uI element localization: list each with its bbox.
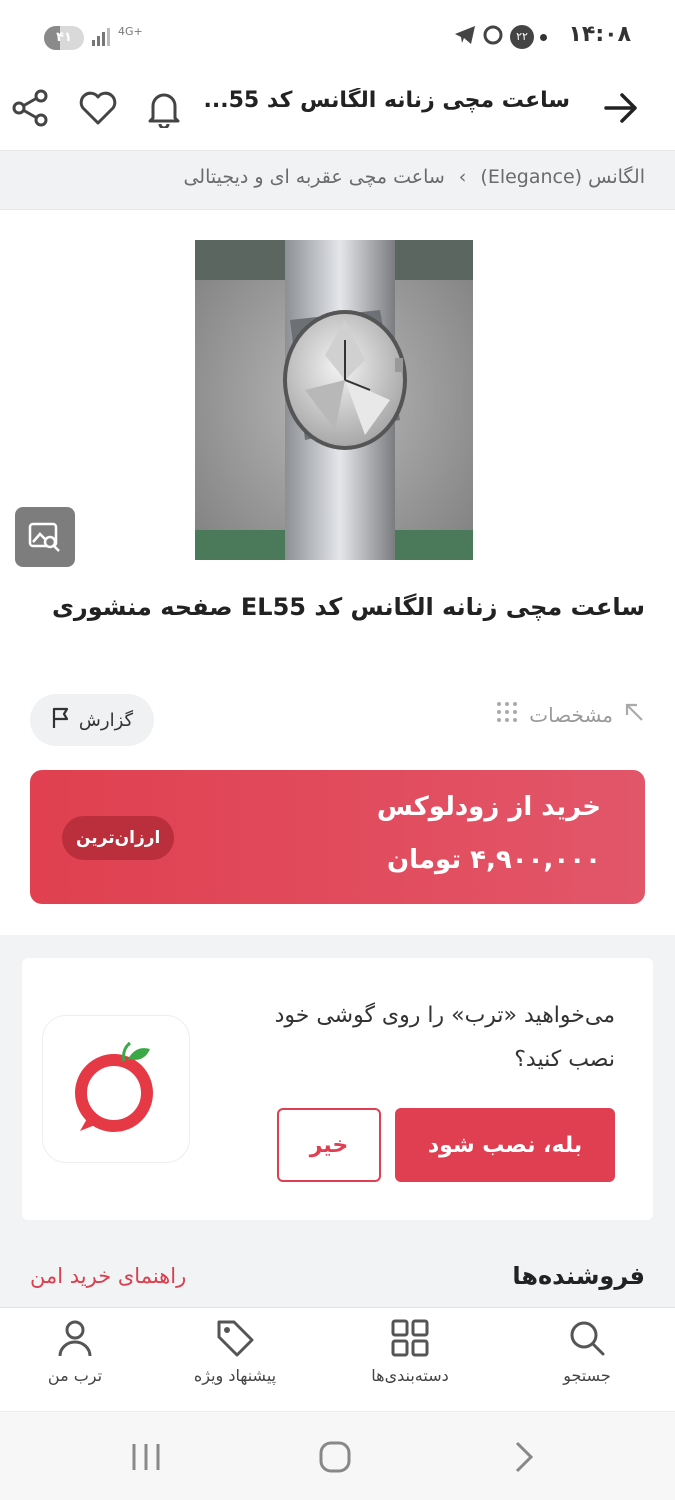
battery-text: ۴۱	[56, 30, 72, 45]
report-button[interactable]: گزارش	[30, 694, 154, 746]
home-icon[interactable]	[318, 1440, 352, 1478]
tag-icon	[217, 1320, 254, 1357]
notification-icons: ۲۲	[454, 24, 555, 50]
product-image[interactable]	[195, 240, 473, 560]
status-bar: ۴۱ 4G+ ۲۲ ۱۴:۰۸	[0, 0, 675, 72]
nav-special-offer[interactable]: پیشنهاد ویژه	[165, 1318, 305, 1408]
grid-icon	[391, 1319, 429, 1357]
buy-card[interactable]: خرید از زودلوکس ۴,۹۰۰,۰۰۰ تومان ارزان‌تر…	[30, 770, 645, 904]
safe-purchase-guide-link[interactable]: راهنمای خرید امن	[30, 1264, 186, 1288]
report-label: گزارش	[78, 709, 134, 731]
heart-icon[interactable]	[74, 84, 122, 132]
notification-dot	[540, 33, 547, 41]
app-bar: ساعت مچی زنانه الگانس کد 55...	[0, 72, 675, 148]
breadcrumb-item[interactable]: الگانس (Elegance)	[480, 166, 645, 188]
gallery-search-button[interactable]	[15, 507, 75, 567]
specs-label: مشخصات	[529, 702, 613, 727]
arrow-up-left-icon	[623, 701, 645, 728]
system-navigation-bar	[0, 1411, 675, 1500]
cheapest-badge: ارزان‌ترین	[62, 816, 175, 860]
recent-apps-icon[interactable]	[130, 1442, 162, 1476]
nav-special-offer-label: پیشنهاد ویژه	[193, 1366, 277, 1385]
torob-app-logo	[42, 1015, 190, 1163]
product-title: ساعت مچی زنانه الگانس کد EL55 صفحه منشور…	[51, 593, 645, 621]
price: ۴,۹۰۰,۰۰۰ تومان	[386, 845, 601, 875]
back-nav-icon[interactable]	[512, 1440, 536, 1478]
nav-categories[interactable]: دسته‌بندی‌ها	[340, 1318, 480, 1408]
sync-icon	[482, 24, 504, 50]
store-label: خرید از زودلوکس	[376, 792, 601, 822]
telegram-icon	[454, 25, 476, 49]
sellers-heading: فروشنده‌ها	[512, 1262, 645, 1290]
back-arrow-icon[interactable]	[597, 84, 645, 132]
network-type: 4G+	[118, 25, 143, 38]
breadcrumb-item[interactable]: ساعت مچی عقربه ای و دیجیتالی	[183, 166, 444, 188]
breadcrumb: ساعت مچی عقربه ای و دیجیتالی › الگانس (Ele…	[0, 150, 675, 210]
breadcrumb-separator: ›	[458, 166, 467, 188]
install-question: می‌خواهید «ترب» را روی گوشی خود نصب کنید…	[274, 1003, 615, 1072]
clock: ۱۴:۰۸	[568, 22, 631, 47]
dots-grid-icon	[495, 700, 519, 729]
bell-icon[interactable]	[140, 84, 188, 132]
image-search-icon	[28, 522, 60, 552]
install-yes-button[interactable]: بله، نصب شود	[395, 1108, 615, 1182]
nav-search[interactable]: جستجو	[517, 1318, 657, 1408]
flag-icon	[51, 707, 71, 734]
nav-my-torob-label: ترب من	[47, 1366, 103, 1385]
search-icon	[570, 1321, 605, 1356]
battery-indicator: ۴۱	[44, 26, 84, 50]
notification-count-badge: ۲۲	[510, 25, 534, 49]
user-icon	[58, 1320, 92, 1357]
nav-categories-label: دسته‌بندی‌ها	[371, 1366, 449, 1385]
install-no-button[interactable]: خیر	[277, 1108, 381, 1182]
share-icon[interactable]	[6, 84, 54, 132]
nav-my-torob[interactable]: ترب من	[20, 1318, 130, 1408]
bottom-navigation: جستجو دسته‌بندی‌ها پیشنهاد ویژه ترب من	[0, 1307, 675, 1411]
page-title: ساعت مچی زنانه الگانس کد 55...	[203, 88, 570, 113]
install-prompt-card: می‌خواهید «ترب» را روی گوشی خود نصب کنید…	[22, 958, 653, 1220]
nav-search-label: جستجو	[563, 1366, 611, 1385]
specs-link[interactable]: مشخصات	[495, 700, 645, 729]
signal-icon	[92, 28, 114, 50]
